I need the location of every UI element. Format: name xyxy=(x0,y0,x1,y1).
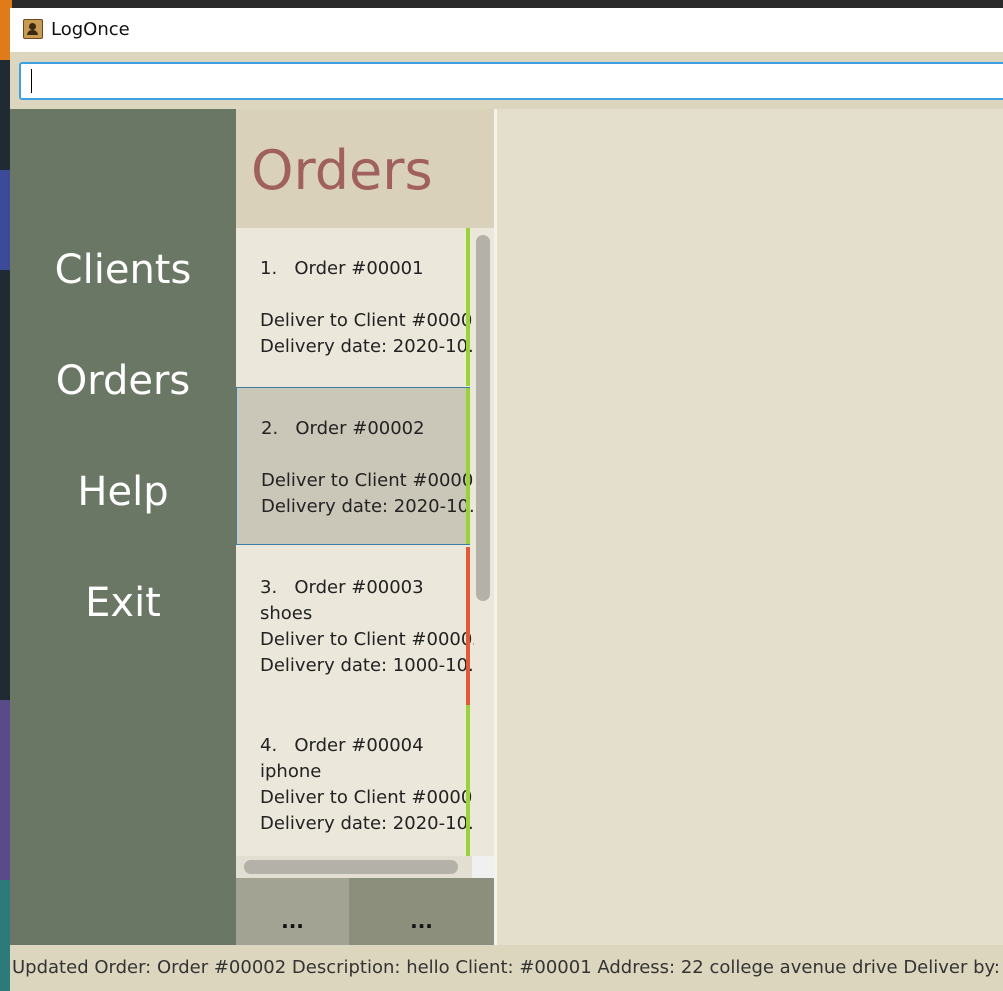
order-client: Deliver to Client #00003 xyxy=(260,629,484,650)
command-box-area xyxy=(10,52,1003,109)
order-card[interactable]: 1. Order #00001 Deliver to Client #00001… xyxy=(236,228,485,386)
window-title: LogOnce xyxy=(51,19,130,40)
detail-panel xyxy=(497,109,1003,945)
sidebar-item-help[interactable]: Help xyxy=(10,469,236,515)
sidebar-item-orders[interactable]: Orders xyxy=(10,358,236,404)
title-bar: LogOnce xyxy=(10,8,1003,52)
status-message: Updated Order: Order #00002 Description:… xyxy=(12,957,1003,978)
status-indicator xyxy=(466,547,470,705)
sidebar: Clients Orders Help Exit xyxy=(10,109,236,945)
horizontal-scroll-thumb[interactable] xyxy=(244,860,458,874)
order-delivery-date: Delivery date: 2020-10... xyxy=(260,336,486,357)
order-card[interactable]: 4. Order #00004 iphone Deliver to Client… xyxy=(236,705,485,856)
order-client: Deliver to Client #00001 xyxy=(260,787,484,808)
order-client: Deliver to Client #00001 xyxy=(261,470,485,491)
sidebar-item-clients[interactable]: Clients xyxy=(10,247,236,293)
vertical-scroll-thumb[interactable] xyxy=(476,235,490,601)
order-card-selected[interactable]: 2. Order #00002 Deliver to Client #00001… xyxy=(236,387,486,545)
app-window: LogOnce Clients Orders Help Exit Orders … xyxy=(10,8,1003,991)
status-indicator xyxy=(466,388,470,544)
contacts-book-icon xyxy=(23,19,43,39)
command-input[interactable] xyxy=(19,62,1003,100)
status-bar: Updated Order: Order #00002 Description:… xyxy=(10,945,1003,991)
order-number: 1. Order #00001 xyxy=(260,258,424,279)
sidebar-item-exit[interactable]: Exit xyxy=(10,580,236,626)
text-caret xyxy=(31,69,32,93)
order-delivery-date: Delivery date: 2020-10... xyxy=(260,813,486,834)
order-number: 4. Order #00004 xyxy=(260,735,424,756)
order-list-panel: Orders 1. Order #00001 Deliver to Client… xyxy=(236,109,494,945)
order-card[interactable]: 3. Order #00003 shoes Deliver to Client … xyxy=(236,547,485,705)
list-title: Orders xyxy=(251,139,433,202)
list-header: Orders xyxy=(236,109,494,228)
order-delivery-date: Delivery date: 1000-10... xyxy=(260,655,486,676)
more-tab-right[interactable]: ... xyxy=(349,878,494,945)
order-delivery-date: Delivery date: 2020-10... xyxy=(261,496,487,517)
order-number: 3. Order #00003 xyxy=(260,577,424,598)
order-number: 2. Order #00002 xyxy=(261,418,425,439)
more-tab-left[interactable]: ... xyxy=(236,878,349,945)
order-description: shoes xyxy=(260,603,313,624)
status-indicator xyxy=(466,705,470,856)
order-client: Deliver to Client #00001 xyxy=(260,310,484,331)
order-description: iphone xyxy=(260,761,322,782)
status-indicator xyxy=(466,228,470,386)
scroll-corner xyxy=(472,856,494,878)
